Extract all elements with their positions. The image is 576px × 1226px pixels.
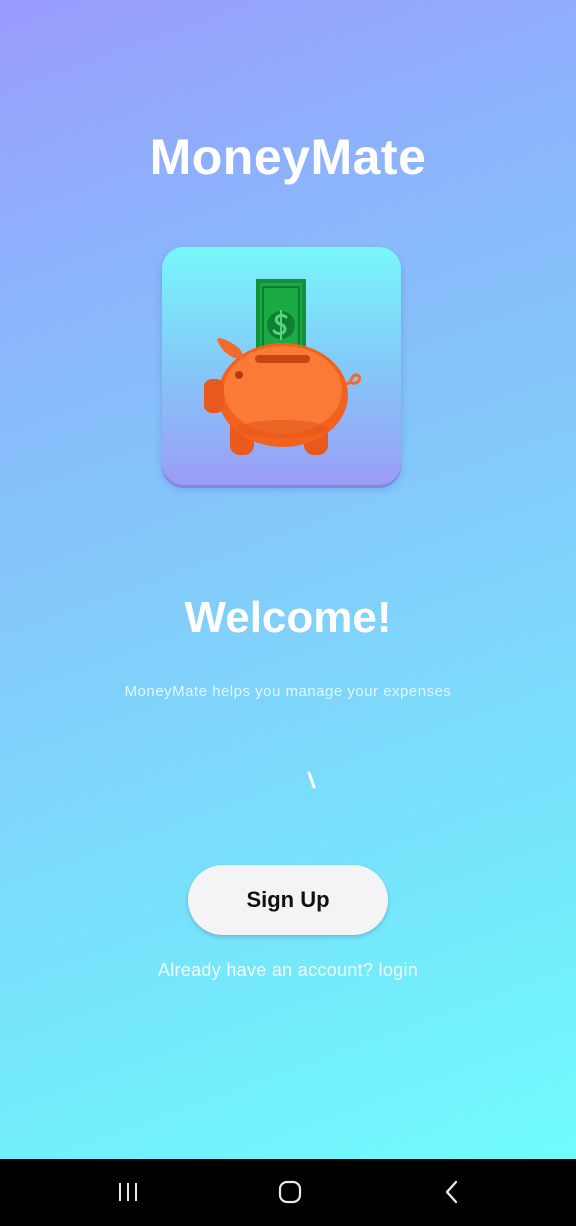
back-button[interactable] xyxy=(422,1172,482,1212)
welcome-screen: MoneyMate Welcome! MoneyMate helps you m… xyxy=(0,0,576,1159)
loading-spinner-icon xyxy=(306,771,316,789)
piggy-bank-logo xyxy=(162,247,401,485)
home-button[interactable] xyxy=(260,1172,320,1212)
recent-apps-button[interactable] xyxy=(98,1172,158,1212)
system-navigation-bar xyxy=(0,1159,576,1226)
login-link[interactable]: Already have an account? login xyxy=(0,958,576,982)
recent-apps-icon xyxy=(119,1183,137,1201)
welcome-heading: Welcome! xyxy=(184,593,392,642)
sign-up-button[interactable]: Sign Up xyxy=(188,865,388,935)
home-icon xyxy=(278,1180,302,1204)
screen: MoneyMate Welcome! MoneyMate helps you m… xyxy=(0,0,576,1226)
piggy-bank-icon xyxy=(204,279,361,455)
app-title: MoneyMate xyxy=(149,129,427,185)
tagline: MoneyMate helps you manage your expenses xyxy=(124,683,452,700)
back-icon xyxy=(445,1180,458,1204)
